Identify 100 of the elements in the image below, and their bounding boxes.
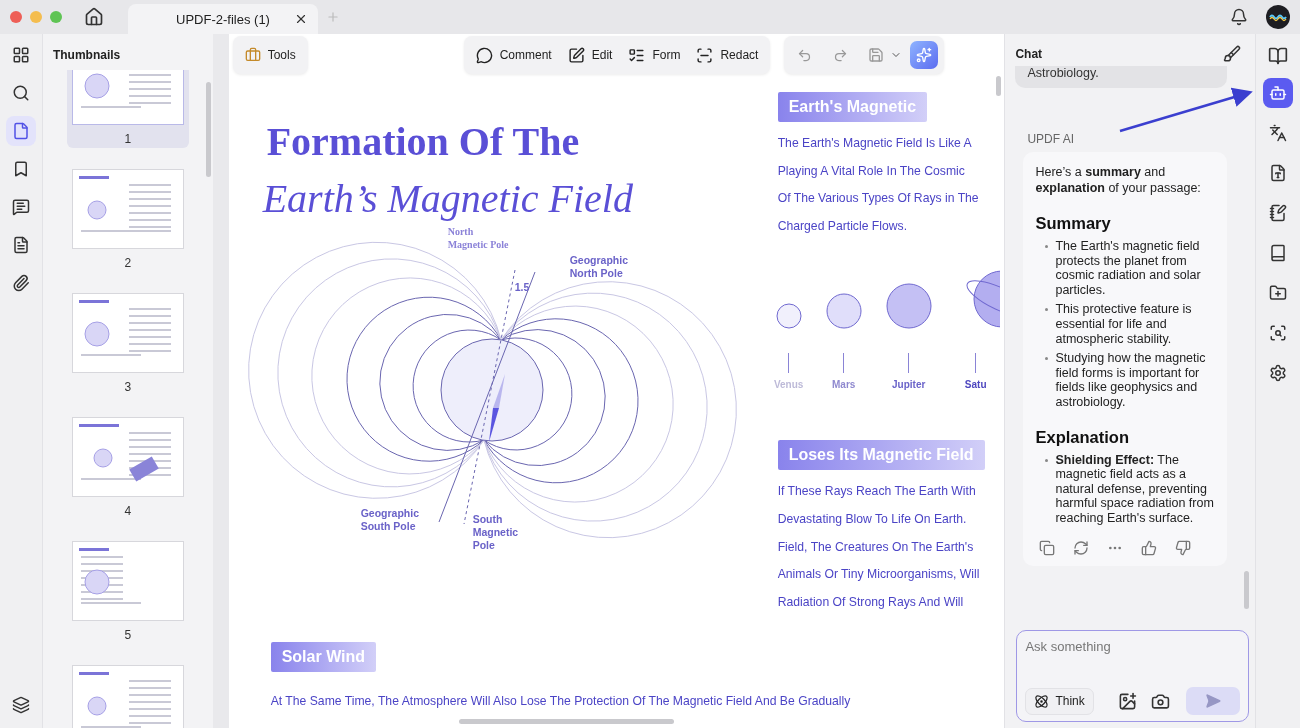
notes-icon bbox=[1269, 204, 1288, 222]
book-icon[interactable] bbox=[1268, 46, 1289, 66]
redact-icon bbox=[696, 46, 714, 64]
translate-icon bbox=[1269, 124, 1288, 142]
sender-name: UPDF AI bbox=[1027, 132, 1076, 146]
avatar-icon[interactable] bbox=[1266, 5, 1290, 29]
save-icon bbox=[868, 47, 885, 63]
body-text: At The Same Time, The Atmosphere Will Also Lose The Protection Of The Magnetic Field And Be Gradually bbox=[270, 693, 851, 711]
body-text: Charged Particle Flows. bbox=[777, 217, 908, 235]
book-icon bbox=[1269, 244, 1288, 262]
ai-button[interactable] bbox=[910, 41, 939, 69]
document-tab[interactable]: UPDF-2-files (1) bbox=[128, 4, 318, 34]
scrollbar-thumb[interactable] bbox=[205, 82, 211, 177]
page-title: Formation Of The bbox=[266, 118, 581, 165]
section-heading: Explanation bbox=[1035, 427, 1130, 447]
page-number: 4 bbox=[124, 504, 132, 518]
refresh-icon[interactable] bbox=[1073, 539, 1090, 556]
bullet-icon bbox=[1045, 357, 1049, 361]
page-number: 2 bbox=[124, 256, 132, 270]
sidebar-button[interactable] bbox=[5, 116, 36, 146]
camera-icon[interactable] bbox=[1150, 691, 1170, 711]
settings-icon bbox=[1269, 364, 1288, 382]
bullet-text: The Earth's magnetic field protects the planet from cosmic radiation and solar particles. bbox=[1055, 239, 1202, 298]
paperclip-icon bbox=[11, 274, 30, 292]
page-number: 1 bbox=[124, 132, 132, 146]
planet-label: Satu bbox=[964, 379, 987, 391]
section-heading: Earth's Magnetic bbox=[777, 92, 928, 122]
page-number: 5 bbox=[124, 628, 132, 642]
toolbox-icon bbox=[244, 47, 261, 63]
thumbnail-item[interactable]: 2 bbox=[66, 164, 189, 272]
bullet-icon bbox=[1045, 245, 1049, 248]
body-text: Animals Or Tiny Microorganisms, Will bbox=[777, 566, 980, 584]
grid-icon bbox=[11, 46, 30, 64]
layers-icon bbox=[11, 696, 30, 714]
bullet-text: Shielding Effect: The magnetic field acts as a natural defense, preventing harmful space radiation from reaching Earth's surface. bbox=[1055, 452, 1215, 526]
undo-icon bbox=[796, 47, 812, 63]
send-icon bbox=[1205, 693, 1222, 709]
body-text: Devastating Blow To Life On Earth. bbox=[777, 510, 967, 528]
folder-icon bbox=[1269, 284, 1288, 302]
chat-message: Astrobiology. bbox=[1015, 66, 1228, 88]
section-heading: Solar Wind bbox=[270, 642, 377, 673]
page-icon bbox=[11, 122, 30, 140]
toolbar-button[interactable]: Edit bbox=[561, 42, 619, 68]
body-text: Radiation Of Strong Rays And Will bbox=[777, 593, 964, 611]
body-text: If These Rays Reach The Earth With bbox=[777, 483, 976, 501]
planet-label: Venus bbox=[773, 379, 804, 391]
panel-title: Chat bbox=[1015, 47, 1043, 61]
comment-icon bbox=[11, 198, 30, 216]
bell-icon[interactable] bbox=[1230, 8, 1248, 26]
body-text: The Earth's Magnetic Field Is Like A bbox=[777, 135, 972, 152]
body-text: Field, The Creatures On The Earth's bbox=[777, 538, 974, 556]
diagram-label: 1.5 bbox=[514, 281, 530, 295]
document-icon bbox=[11, 236, 30, 254]
thumbnail-item[interactable]: 1 bbox=[66, 70, 189, 148]
sparkles-icon bbox=[916, 47, 933, 63]
thumbnail-item[interactable]: 5 bbox=[66, 536, 189, 644]
thumbnail-item[interactable]: 3 bbox=[66, 288, 189, 396]
text-icon bbox=[1269, 164, 1288, 182]
close-window-button[interactable] bbox=[10, 11, 22, 23]
bullet-text: Studying how the magnetic field forms is important for fields like geophysics and astrobiology. bbox=[1055, 351, 1207, 410]
diagram-label: Geographic South Pole bbox=[360, 507, 420, 534]
chat-input-field[interactable]: Ask something Think bbox=[1016, 630, 1250, 722]
think-button[interactable]: Think bbox=[1025, 687, 1094, 715]
close-icon[interactable] bbox=[294, 12, 308, 26]
scrollbar-thumb[interactable] bbox=[1244, 571, 1250, 609]
edit-icon bbox=[567, 46, 585, 64]
scrollbar-thumb[interactable] bbox=[458, 719, 674, 724]
body-text: Of The Various Types Of Rays in The bbox=[777, 190, 979, 208]
page-subtitle: Earth’s Magnetic Field bbox=[262, 175, 634, 222]
diagram-label: Geographic North Pole bbox=[569, 254, 629, 281]
section-heading: Summary bbox=[1035, 214, 1112, 233]
search-icon bbox=[11, 84, 30, 102]
section-heading: Loses Its Magnetic Field bbox=[777, 440, 985, 471]
home-icon[interactable] bbox=[84, 7, 104, 27]
robot-icon bbox=[1269, 84, 1288, 102]
send-button[interactable] bbox=[1186, 687, 1241, 715]
message-text: Here’s a summary and explanation of your passage: bbox=[1035, 164, 1202, 196]
redo-icon bbox=[832, 47, 848, 63]
copy-icon[interactable] bbox=[1039, 539, 1056, 556]
planet-label: Jupiter bbox=[892, 379, 926, 391]
toolbar-button[interactable]: Redact bbox=[690, 42, 765, 68]
toolbar-button[interactable]: Form bbox=[622, 42, 687, 68]
page-number: 3 bbox=[124, 380, 132, 394]
atom-icon bbox=[1034, 693, 1050, 709]
body-text: Playing A Vital Role In The Cosmic bbox=[777, 162, 965, 180]
diagram-label: North Magnetic Pole bbox=[447, 226, 509, 251]
planet-label: Mars bbox=[832, 379, 856, 391]
scrollbar-thumb[interactable] bbox=[996, 76, 1002, 96]
diagram-label: South Magnetic Pole bbox=[472, 513, 519, 553]
panel-title: Thumbnails bbox=[51, 47, 122, 64]
search-icon bbox=[1269, 324, 1288, 342]
bullet-icon bbox=[1045, 458, 1049, 462]
thumbnail-item[interactable]: 4 bbox=[66, 412, 189, 520]
form-icon bbox=[628, 46, 646, 64]
image-icon[interactable] bbox=[1117, 691, 1137, 711]
brush-icon[interactable] bbox=[1223, 45, 1242, 63]
bullet-text: This protective feature is essential for life and atmospheric stability. bbox=[1055, 302, 1193, 347]
thumbs-down-icon[interactable] bbox=[1175, 539, 1192, 556]
toolbar-button[interactable]: Comment bbox=[469, 42, 558, 68]
thumbs-up-icon[interactable] bbox=[1141, 539, 1158, 556]
